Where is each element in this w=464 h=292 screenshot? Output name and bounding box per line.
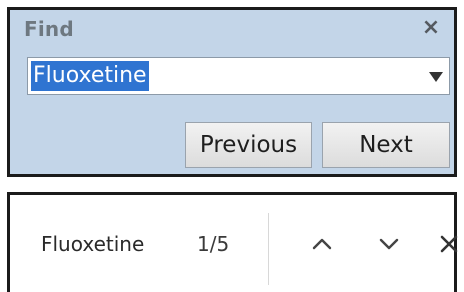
chevron-up-icon[interactable]	[307, 229, 337, 259]
find-bar-query[interactable]: Fluoxetine	[41, 232, 144, 256]
find-dialog: Find × Fluoxetine Previous Next	[7, 7, 457, 177]
previous-button[interactable]: Previous	[185, 122, 312, 168]
search-input[interactable]: Fluoxetine	[31, 61, 411, 91]
close-icon[interactable]: ×	[420, 16, 442, 40]
close-icon[interactable]	[434, 229, 464, 259]
search-input-selected-text: Fluoxetine	[31, 61, 149, 91]
divider	[268, 213, 269, 285]
find-dialog-title: Find	[24, 17, 74, 41]
dropdown-arrow-icon[interactable]	[429, 72, 443, 82]
chevron-down-icon[interactable]	[374, 229, 404, 259]
find-bar: Fluoxetine 1/5	[7, 192, 458, 292]
next-button[interactable]: Next	[322, 122, 450, 168]
match-count: 1/5	[197, 232, 230, 256]
search-combobox[interactable]: Fluoxetine	[27, 57, 450, 95]
